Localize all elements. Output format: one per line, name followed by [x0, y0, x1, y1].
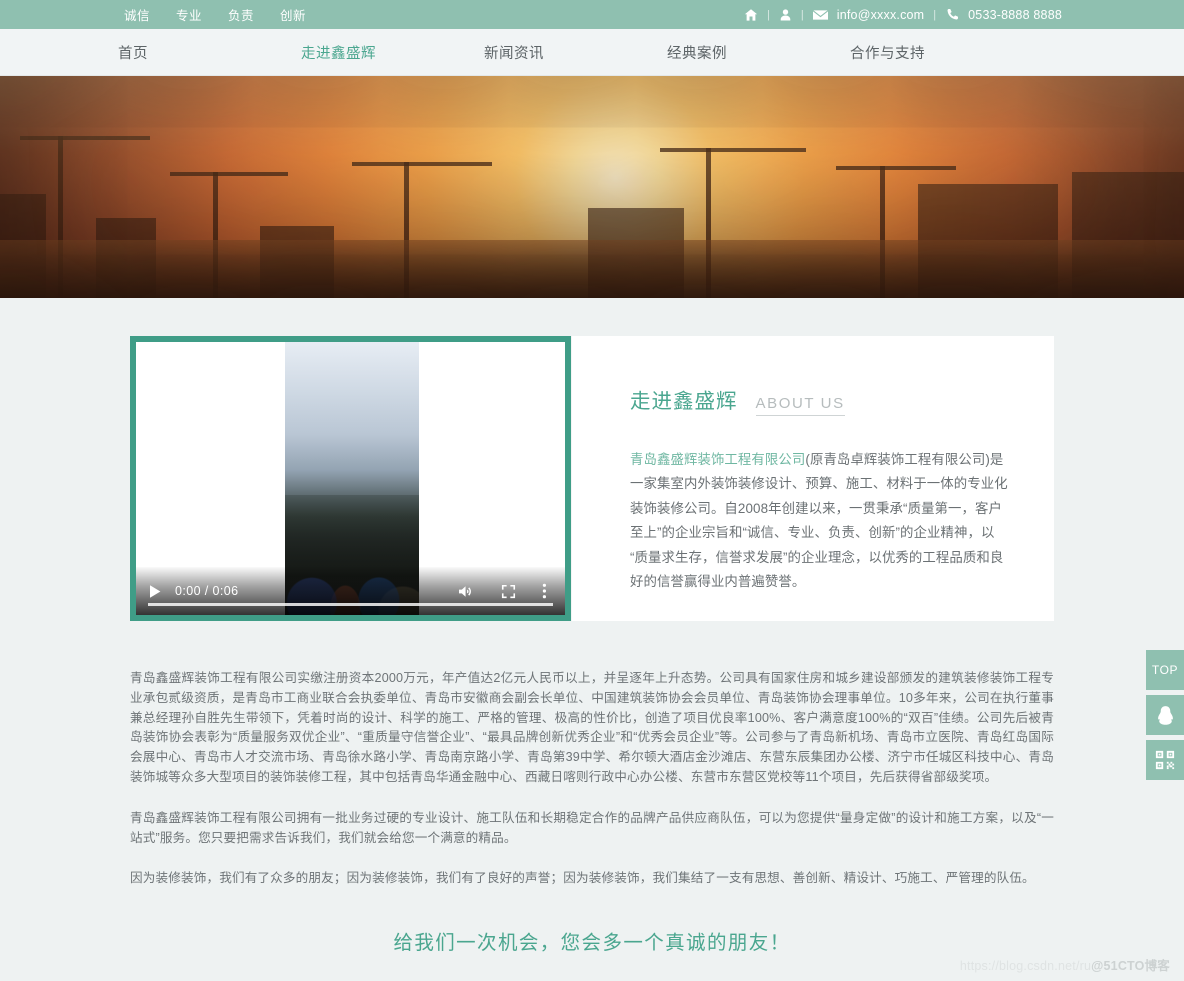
- phone-text[interactable]: 0533-8888 8888: [968, 8, 1062, 22]
- profile-paragraph-1: 青岛鑫盛辉装饰工程有限公司实缴注册资本2000万元，年产值达2亿元人民币以上，并…: [130, 671, 1054, 784]
- email-text[interactable]: info@xxxx.com: [837, 8, 925, 22]
- about-text-card: 走进鑫盛辉 ABOUT US 青岛鑫盛辉装饰工程有限公司(原青岛卓辉装饰工程有限…: [571, 336, 1054, 621]
- nav-item-home[interactable]: 首页: [118, 42, 301, 63]
- hero-vignette: [0, 76, 1184, 298]
- nav-item-cases[interactable]: 经典案例: [667, 42, 850, 63]
- qrcode-button[interactable]: [1146, 740, 1184, 780]
- profile-paragraph-3: 因为装修装饰，我们有了众多的朋友；因为装修装饰，我们有了良好的声誉；因为装修装饰…: [130, 871, 1035, 886]
- slogan-item-1: 专业: [176, 9, 203, 23]
- hero-banner-image: [0, 76, 1184, 298]
- about-heading: 走进鑫盛辉 ABOUT US: [630, 384, 1012, 416]
- video-progress-bar[interactable]: [148, 603, 553, 606]
- page-content: 0:00 / 0:06 走进鑫盛辉 ABOUT US 青岛鑫盛辉装饰工程有限公司…: [0, 298, 1184, 956]
- contact-bar: | | info@xxxx.com | 0533-8888 8888: [744, 8, 1062, 22]
- nav-item-news[interactable]: 新闻资讯: [484, 42, 667, 63]
- video-controls-bar: 0:00 / 0:06: [136, 567, 565, 615]
- main-navigation: 首页 走进鑫盛辉 新闻资讯 经典案例 合作与支持: [0, 29, 1184, 76]
- about-section: 0:00 / 0:06 走进鑫盛辉 ABOUT US 青岛鑫盛辉装饰工程有限公司…: [130, 336, 1054, 621]
- play-icon[interactable]: [148, 584, 162, 599]
- watermark-brand: @51CTO博客: [1091, 959, 1170, 973]
- separator-2: |: [800, 8, 804, 21]
- slogan-item-0: 诚信: [124, 9, 151, 23]
- volume-icon[interactable]: [458, 584, 475, 599]
- slogan-list: 诚信 专业 负责 创新: [124, 5, 306, 24]
- qq-contact-button[interactable]: [1146, 695, 1184, 735]
- company-profile-copy: 青岛鑫盛辉装饰工程有限公司实缴注册资本2000万元，年产值达2亿元人民币以上，并…: [130, 621, 1054, 889]
- nav-item-about[interactable]: 走进鑫盛辉: [301, 42, 484, 63]
- phone-icon: [945, 8, 959, 22]
- mail-icon: [812, 9, 828, 21]
- profile-paragraph-2: 青岛鑫盛辉装饰工程有限公司拥有一批业务过硬的专业设计、施工队伍和长期稳定合作的品…: [130, 810, 1054, 845]
- more-options-icon[interactable]: [542, 583, 547, 599]
- qq-penguin-icon: [1156, 705, 1175, 726]
- slogan-item-2: 负责: [228, 9, 255, 23]
- floating-side-toolbar: TOP: [1146, 650, 1184, 780]
- video-time-display: 0:00 / 0:06: [175, 584, 239, 598]
- slogan-item-3: 创新: [280, 9, 307, 23]
- top-utility-bar: 诚信 专业 负责 创新 | | info@xxxx.com | 0533-888…: [0, 0, 1184, 29]
- separator-1: |: [767, 8, 770, 21]
- back-to-top-button[interactable]: TOP: [1146, 650, 1184, 690]
- page-title: 走进鑫盛辉: [630, 390, 738, 413]
- page-subtitle-en: ABOUT US: [755, 395, 845, 416]
- fullscreen-icon[interactable]: [501, 584, 516, 599]
- qrcode-icon: [1155, 750, 1175, 770]
- watermark-url: https://blog.csdn.net/ru: [959, 959, 1092, 973]
- company-name-highlight: 青岛鑫盛辉装饰工程有限公司: [630, 452, 806, 467]
- separator-3: |: [933, 8, 937, 21]
- nav-item-support[interactable]: 合作与支持: [850, 42, 1033, 63]
- user-icon[interactable]: [779, 8, 792, 22]
- about-description-text: (原青岛卓辉装饰工程有限公司)是一家集室内外装饰装修设计、预算、施工、材料于一体…: [630, 452, 1008, 590]
- back-to-top-label: TOP: [1151, 663, 1179, 677]
- watermark: https://blog.csdn.net/ru@51CTO博客: [960, 955, 1170, 974]
- home-icon[interactable]: [744, 8, 758, 22]
- video-player[interactable]: 0:00 / 0:06: [130, 336, 571, 621]
- about-description: 青岛鑫盛辉装饰工程有限公司(原青岛卓辉装饰工程有限公司)是一家集室内外装饰装修设…: [630, 448, 1012, 594]
- closing-slogan: 给我们一次机会，您会多一个真诚的朋友！: [393, 932, 791, 955]
